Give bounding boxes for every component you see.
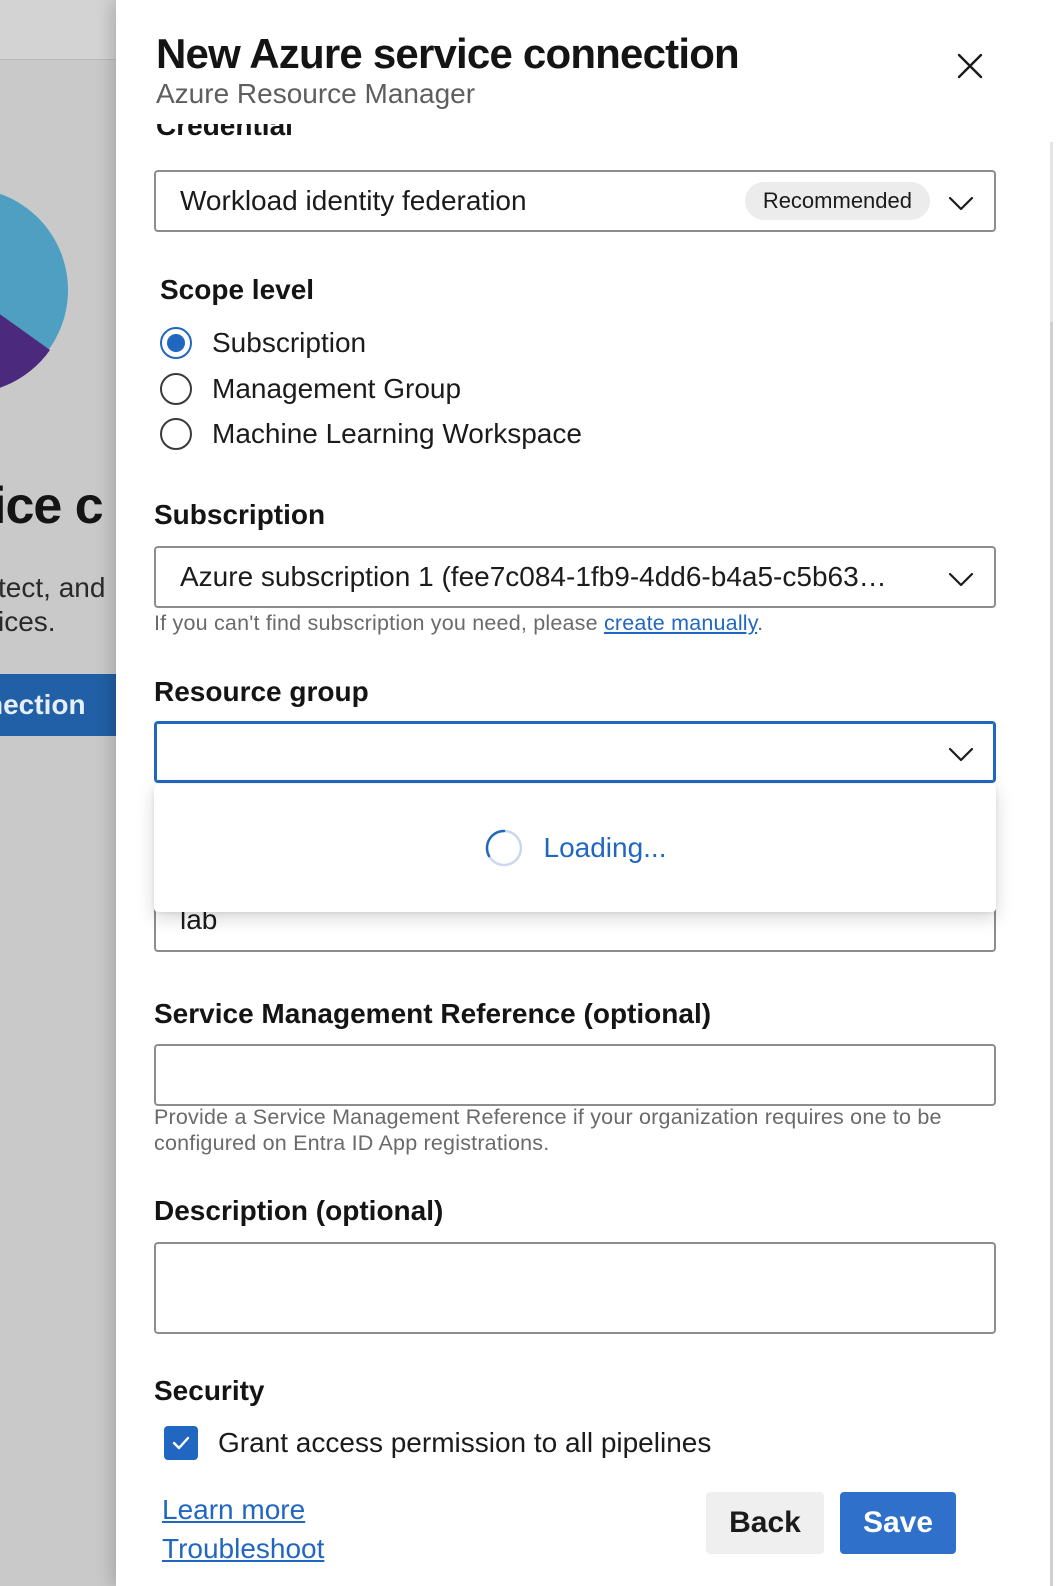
- chevron-down-icon: [948, 747, 974, 762]
- background-topbar: [0, 0, 130, 60]
- subscription-value: Azure subscription 1 (fee7c084-1fb9-4dd6…: [180, 561, 887, 592]
- service-management-reference-label: Service Management Reference (optional): [154, 998, 712, 1029]
- subscription-help-suffix: .: [757, 611, 764, 635]
- background-page: ice c tect, and ices. nection: [0, 0, 130, 1586]
- radio-label: Subscription: [212, 327, 367, 358]
- credential-value: Workload identity federation: [180, 185, 527, 216]
- service-management-reference-input[interactable]: [154, 1044, 996, 1106]
- background-heading: ice c: [0, 477, 104, 535]
- radio-button[interactable]: [160, 418, 192, 450]
- recommended-badge: Recommended: [744, 182, 930, 220]
- chevron-down-icon: [948, 572, 974, 587]
- panel-form: Credential Workload identity federation …: [116, 124, 1046, 1586]
- service-management-reference-help: Provide a Service Management Reference i…: [154, 1105, 942, 1155]
- panel-subtitle: Azure Resource Manager: [156, 78, 476, 109]
- security-label: Security: [154, 1375, 265, 1406]
- credential-label: Credential: [156, 124, 293, 141]
- description-input[interactable]: [154, 1242, 996, 1334]
- troubleshoot-link[interactable]: Troubleshoot: [162, 1533, 324, 1565]
- subscription-label: Subscription: [154, 499, 326, 530]
- learn-more-link[interactable]: Learn more: [162, 1494, 305, 1526]
- radio-label: Machine Learning Workspace: [212, 418, 582, 449]
- subscription-help-text: If you can't find subscription you need,…: [154, 611, 604, 635]
- radio-button[interactable]: [160, 373, 192, 405]
- loading-spinner-icon: [485, 829, 522, 867]
- radio-management-group[interactable]: Management Group: [160, 373, 461, 405]
- background-text-line: ices.: [0, 606, 56, 637]
- scope-level-label: Scope level: [160, 274, 315, 305]
- background-illustration: [0, 193, 68, 388]
- panel-scrollbar[interactable]: [1050, 142, 1053, 1586]
- grant-access-checkbox[interactable]: [164, 1426, 198, 1460]
- save-button[interactable]: Save: [840, 1492, 956, 1554]
- close-button[interactable]: [952, 48, 988, 84]
- subscription-help: If you can't find subscription you need,…: [154, 610, 763, 636]
- loading-text: Loading...: [543, 832, 667, 863]
- chevron-down-icon: [948, 196, 974, 211]
- close-icon: [957, 53, 983, 79]
- checkmark-icon: [172, 1436, 190, 1450]
- radio-button-checked[interactable]: [160, 327, 192, 359]
- credential-select[interactable]: Workload identity federation Recommended: [154, 170, 996, 232]
- radio-machine-learning-workspace[interactable]: Machine Learning Workspace: [160, 418, 582, 450]
- create-manually-link[interactable]: create manually: [604, 611, 757, 635]
- radio-label: Management Group: [212, 373, 462, 404]
- description-label: Description (optional): [154, 1195, 444, 1226]
- resource-group-label: Resource group: [154, 676, 369, 707]
- panel-title: New Azure service connection: [156, 30, 740, 77]
- subscription-select[interactable]: Azure subscription 1 (fee7c084-1fb9-4dd6…: [154, 546, 996, 608]
- background-new-connection-button[interactable]: nection: [0, 674, 118, 736]
- resource-group-dropdown: Loading...: [154, 784, 996, 912]
- radio-subscription[interactable]: Subscription: [160, 327, 366, 359]
- grant-access-label: Grant access permission to all pipelines: [218, 1427, 712, 1458]
- resource-group-select[interactable]: [154, 721, 996, 783]
- new-service-connection-panel: New Azure service connection Azure Resou…: [116, 0, 1058, 1586]
- grant-access-checkbox-row[interactable]: Grant access permission to all pipelines: [164, 1426, 711, 1460]
- background-text-line: tect, and: [0, 572, 106, 603]
- back-button[interactable]: Back: [706, 1492, 824, 1554]
